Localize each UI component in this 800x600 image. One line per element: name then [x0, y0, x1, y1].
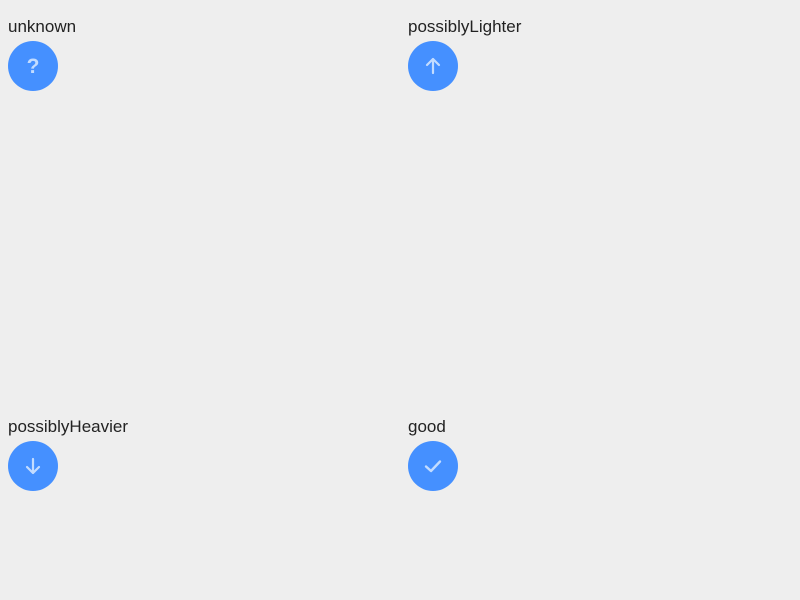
good-button[interactable] — [408, 441, 458, 491]
check-icon — [424, 460, 442, 473]
status-cell-possibly-lighter: possiblyLighter — [400, 0, 800, 400]
svg-text:?: ? — [27, 55, 40, 78]
status-grid: unknown ? possiblyLighter possiblyHeavie… — [0, 0, 800, 600]
status-label-unknown: unknown — [8, 17, 77, 36]
status-label-good: good — [408, 417, 446, 436]
status-cell-unknown: unknown ? — [0, 0, 400, 400]
status-cell-good: good — [400, 400, 800, 600]
status-label-possibly-heavier: possiblyHeavier — [8, 417, 128, 436]
status-label-possibly-lighter: possiblyLighter — [408, 17, 522, 36]
question-icon: ? — [27, 55, 40, 78]
unknown-button[interactable]: ? — [8, 41, 58, 91]
arrow-down-icon — [25, 457, 41, 475]
status-cell-possibly-heavier: possiblyHeavier — [0, 400, 400, 600]
possibly-heavier-button[interactable] — [8, 441, 58, 491]
arrow-up-icon — [425, 57, 441, 75]
possibly-lighter-button[interactable] — [408, 41, 458, 91]
